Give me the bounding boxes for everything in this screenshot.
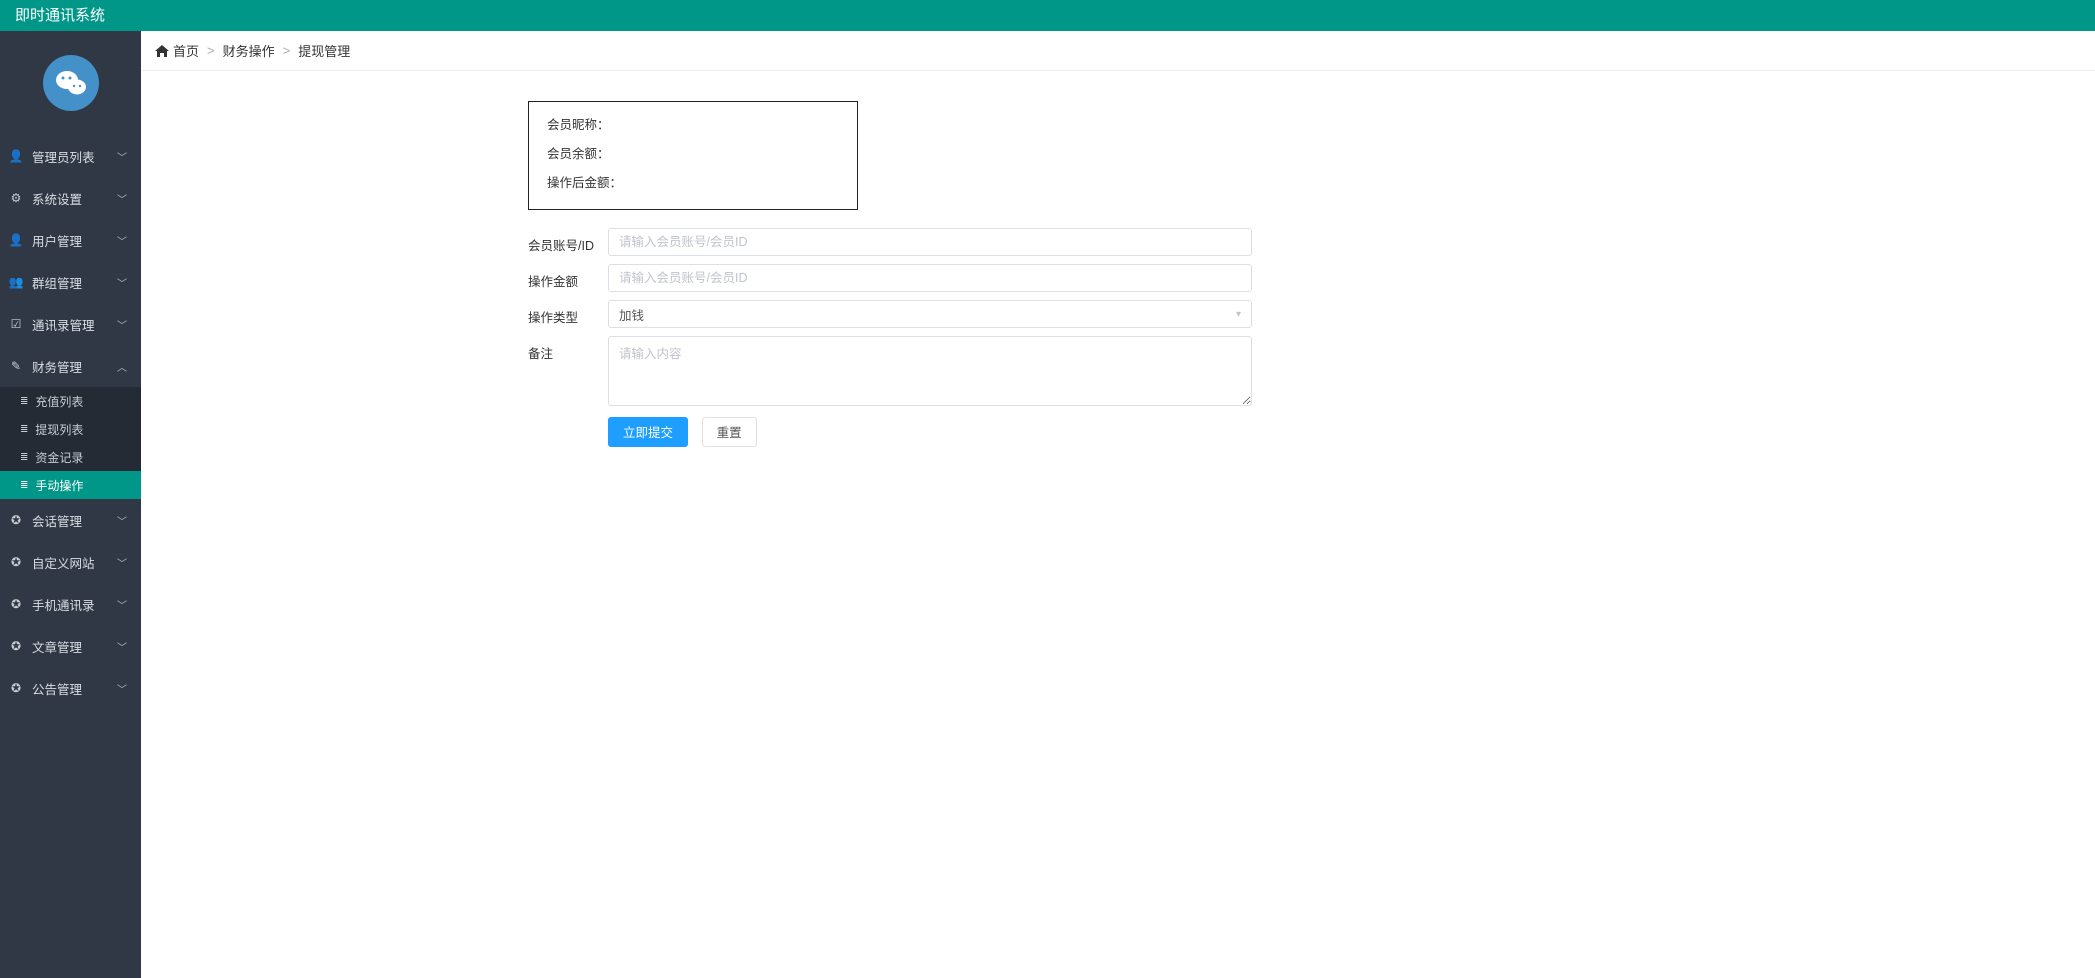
chat-icon: ✪ — [8, 513, 24, 527]
sidebar-item-label: 用户管理 — [32, 231, 117, 250]
sidebar-item-label: 通讯录管理 — [32, 315, 117, 334]
wallet-icon: ✎ — [8, 359, 24, 373]
bell-icon: ✪ — [8, 681, 24, 695]
chevron-down-icon: ﹀ — [117, 681, 127, 696]
chevron-down-icon: ﹀ — [117, 639, 127, 654]
sidebar-item-session-mgmt[interactable]: ✪ 会话管理 ﹀ — [0, 499, 141, 541]
submenu-item-recharge-list[interactable]: ≣ 充值列表 — [0, 387, 141, 415]
chevron-down-icon: ﹀ — [117, 513, 127, 528]
sidebar-item-label: 群组管理 — [32, 273, 117, 292]
sidebar-item-system-settings[interactable]: ⚙ 系统设置 ﹀ — [0, 177, 141, 219]
globe-icon: ✪ — [8, 555, 24, 569]
type-select-value: 加钱 — [619, 305, 644, 324]
amount-label: 操作金额 — [528, 264, 608, 290]
sidebar-item-label: 文章管理 — [32, 637, 117, 656]
user-icon: 👤 — [8, 149, 24, 163]
chevron-down-icon: ﹀ — [117, 275, 127, 290]
reset-button[interactable]: 重置 — [702, 417, 757, 447]
sidebar-item-label: 自定义网站 — [32, 553, 117, 572]
doc-icon: ✪ — [8, 639, 24, 653]
home-icon — [155, 45, 169, 57]
submenu-item-label: 资金记录 — [35, 449, 83, 466]
submenu-item-label: 充值列表 — [35, 393, 83, 410]
sidebar-item-group-mgmt[interactable]: 👥 群组管理 ﹀ — [0, 261, 141, 303]
breadcrumb-mid-link[interactable]: 财务操作 — [223, 41, 275, 60]
sidebar-item-custom-site[interactable]: ✪ 自定义网站 ﹀ — [0, 541, 141, 583]
sidebar-item-finance-mgmt[interactable]: ✎ 财务管理 ︿ — [0, 345, 141, 387]
account-label: 会员账号/ID — [528, 228, 608, 254]
chevron-down-icon: ﹀ — [117, 149, 127, 164]
type-select[interactable]: 加钱 ▾ — [608, 300, 1252, 328]
chevron-down-icon: ﹀ — [117, 191, 127, 206]
phone-icon: ✪ — [8, 597, 24, 611]
app-title: 即时通讯系统 — [15, 7, 105, 24]
submit-button[interactable]: 立即提交 — [608, 417, 688, 447]
chevron-down-icon: ﹀ — [117, 555, 127, 570]
chevron-down-icon: ﹀ — [117, 317, 127, 332]
list-icon: ≣ — [20, 396, 27, 407]
manual-op-form: 会员账号/ID 操作金额 操作类型 加钱 ▾ — [528, 228, 2095, 447]
sidebar-item-notice-mgmt[interactable]: ✪ 公告管理 ﹀ — [0, 667, 141, 709]
sidebar-item-article-mgmt[interactable]: ✪ 文章管理 ﹀ — [0, 625, 141, 667]
book-icon: ☑ — [8, 317, 24, 331]
sidebar-item-user-mgmt[interactable]: 👤 用户管理 ﹀ — [0, 219, 141, 261]
remark-textarea[interactable] — [608, 336, 1252, 406]
submenu-item-withdraw-list[interactable]: ≣ 提现列表 — [0, 415, 141, 443]
list-icon: ≣ — [20, 452, 27, 463]
finance-submenu: ≣ 充值列表 ≣ 提现列表 ≣ 资金记录 ≣ 手动操作 — [0, 387, 141, 499]
sidebar-item-label: 会话管理 — [32, 511, 117, 530]
sidebar-item-label: 财务管理 — [32, 357, 117, 376]
logo-wrap — [0, 31, 141, 135]
header-bar: 即时通讯系统 — [0, 0, 2095, 31]
users-icon: 👥 — [8, 275, 24, 289]
sidebar-item-phone-contacts[interactable]: ✪ 手机通讯录 ﹀ — [0, 583, 141, 625]
sidebar-item-label: 手机通讯录 — [32, 595, 117, 614]
chevron-up-icon: ︿ — [117, 359, 127, 374]
submenu-item-label: 提现列表 — [35, 421, 83, 438]
chevron-down-icon: ▾ — [1236, 309, 1241, 320]
submenu-item-label: 手动操作 — [35, 477, 83, 494]
list-icon: ≣ — [20, 480, 27, 491]
member-info-box: 会员昵称： 会员余额： 操作后金额： — [528, 101, 858, 210]
chevron-down-icon: ﹀ — [117, 597, 127, 612]
sidebar-item-label: 系统设置 — [32, 189, 117, 208]
sidebar: 👤 管理员列表 ﹀ ⚙ 系统设置 ﹀ 👤 用户管理 ﹀ 👥 群组管理 ﹀ ☑ 通… — [0, 31, 141, 978]
sidebar-item-admin-list[interactable]: 👤 管理员列表 ﹀ — [0, 135, 141, 177]
user-icon: 👤 — [8, 233, 24, 247]
info-balance: 会员余额： — [547, 143, 839, 162]
breadcrumb: 首页 > 财务操作 > 提现管理 — [141, 31, 2095, 71]
breadcrumb-sep: > — [207, 43, 215, 58]
type-label: 操作类型 — [528, 300, 608, 326]
amount-input[interactable] — [608, 264, 1252, 292]
gear-icon: ⚙ — [8, 191, 24, 205]
chevron-down-icon: ﹀ — [117, 233, 127, 248]
breadcrumb-home-link[interactable]: 首页 — [173, 41, 199, 60]
remark-label: 备注 — [528, 336, 608, 362]
account-input[interactable] — [608, 228, 1252, 256]
info-nickname: 会员昵称： — [547, 114, 839, 133]
list-icon: ≣ — [20, 424, 27, 435]
logo-icon — [43, 55, 99, 111]
submenu-item-fund-records[interactable]: ≣ 资金记录 — [0, 443, 141, 471]
sidebar-item-label: 公告管理 — [32, 679, 117, 698]
sidebar-item-contacts-mgmt[interactable]: ☑ 通讯录管理 ﹀ — [0, 303, 141, 345]
breadcrumb-current: 提现管理 — [298, 41, 350, 60]
sidebar-item-label: 管理员列表 — [32, 147, 117, 166]
info-after-amount: 操作后金额： — [547, 172, 839, 191]
submenu-item-manual-op[interactable]: ≣ 手动操作 — [0, 471, 141, 499]
main-content: 首页 > 财务操作 > 提现管理 会员昵称： 会员余额： 操作后金额： 会员账号… — [141, 31, 2095, 978]
breadcrumb-sep: > — [283, 43, 291, 58]
